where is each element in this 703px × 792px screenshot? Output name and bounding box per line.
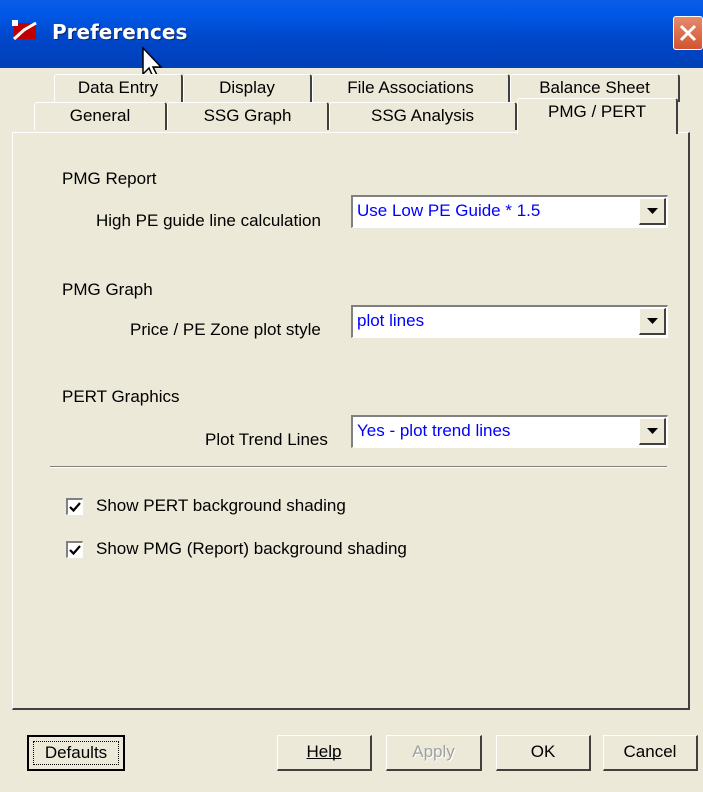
window-title: Preferences bbox=[52, 20, 188, 44]
tab-ssg-analysis[interactable]: SSG Analysis bbox=[329, 102, 517, 130]
tab-display[interactable]: Display bbox=[183, 74, 312, 102]
dropdown-arrow-button[interactable] bbox=[639, 308, 666, 335]
tab-general[interactable]: General bbox=[34, 102, 167, 130]
checkmark-icon bbox=[69, 502, 81, 513]
button-label: Cancel bbox=[623, 742, 677, 761]
defaults-button[interactable]: Defaults bbox=[27, 735, 125, 771]
price-pe-zone-dropdown[interactable]: plot lines bbox=[351, 305, 668, 338]
tab-label: PMG / PERT bbox=[548, 102, 646, 121]
ok-button[interactable]: OK bbox=[496, 735, 591, 771]
high-pe-guide-label: High PE guide line calculation bbox=[96, 211, 321, 230]
tab-data-entry[interactable]: Data Entry bbox=[54, 74, 183, 102]
show-pmg-shading-label[interactable]: Show PMG (Report) background shading bbox=[96, 539, 407, 559]
pmg-report-heading: PMG Report bbox=[62, 169, 157, 188]
close-icon bbox=[679, 24, 697, 42]
button-label: Apply bbox=[412, 742, 455, 761]
close-button[interactable] bbox=[673, 16, 703, 50]
help-button[interactable]: Help bbox=[277, 735, 372, 771]
tab-ssg-graph[interactable]: SSG Graph bbox=[167, 102, 329, 130]
title-bar[interactable]: Preferences bbox=[0, 0, 703, 68]
chevron-down-icon bbox=[647, 318, 658, 324]
button-label: Help bbox=[306, 742, 342, 761]
tab-label: Display bbox=[219, 78, 275, 97]
tab-label: Data Entry bbox=[77, 78, 159, 97]
plot-trend-lines-dropdown[interactable]: Yes - plot trend lines bbox=[351, 415, 668, 448]
cancel-button[interactable]: Cancel bbox=[603, 735, 698, 771]
show-pert-shading-label[interactable]: Show PERT background shading bbox=[96, 496, 346, 516]
plot-trend-lines-label: Plot Trend Lines bbox=[205, 430, 328, 449]
tab-file-associations[interactable]: File Associations bbox=[312, 74, 510, 102]
checkmark-icon bbox=[69, 545, 81, 556]
button-label: OK bbox=[530, 742, 556, 761]
show-pmg-shading-checkbox[interactable] bbox=[66, 541, 83, 558]
dropdown-value: plot lines bbox=[357, 311, 425, 330]
focus-rectangle bbox=[33, 741, 119, 765]
chevron-down-icon bbox=[647, 428, 658, 434]
dropdown-value: Yes - plot trend lines bbox=[357, 421, 511, 440]
show-pert-shading-checkbox[interactable] bbox=[66, 498, 83, 515]
chevron-down-icon bbox=[647, 208, 658, 214]
dropdown-arrow-button[interactable] bbox=[639, 198, 666, 225]
separator bbox=[50, 466, 667, 468]
tab-label: General bbox=[69, 106, 131, 125]
high-pe-guide-dropdown[interactable]: Use Low PE Guide * 1.5 bbox=[351, 195, 668, 228]
pert-graphics-heading: PERT Graphics bbox=[62, 387, 180, 406]
dropdown-arrow-button[interactable] bbox=[639, 418, 666, 445]
app-logo-icon bbox=[12, 20, 40, 44]
tab-label: File Associations bbox=[347, 78, 474, 97]
tab-pmg-pert[interactable]: PMG / PERT bbox=[517, 98, 678, 134]
pmg-graph-heading: PMG Graph bbox=[62, 280, 153, 299]
price-pe-zone-label: Price / PE Zone plot style bbox=[130, 320, 321, 339]
dropdown-value: Use Low PE Guide * 1.5 bbox=[357, 201, 541, 220]
tab-label: SSG Analysis bbox=[371, 106, 474, 125]
tab-label: SSG Graph bbox=[203, 106, 292, 125]
apply-button[interactable]: Apply bbox=[386, 735, 482, 771]
tab-label: Balance Sheet bbox=[539, 78, 650, 97]
